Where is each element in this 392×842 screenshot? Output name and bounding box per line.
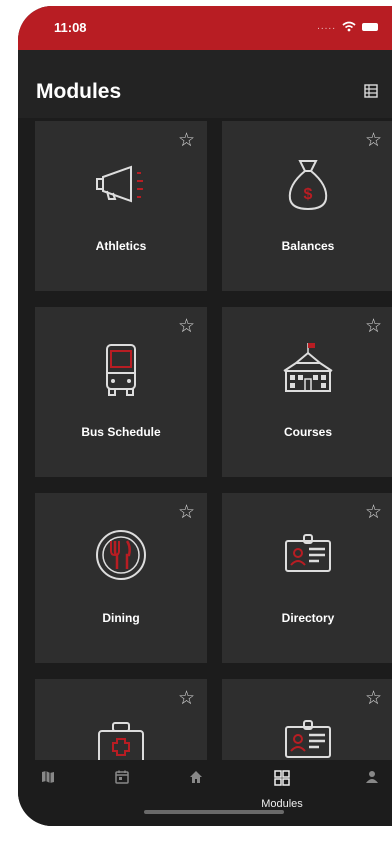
module-label: Balances bbox=[281, 239, 335, 253]
home-icon bbox=[190, 771, 202, 783]
tab-map[interactable] bbox=[18, 760, 78, 820]
list-view-icon[interactable] bbox=[364, 84, 378, 98]
megaphone-icon bbox=[96, 165, 143, 203]
star-icon[interactable]: ☆ bbox=[178, 317, 195, 336]
star-icon[interactable]: ☆ bbox=[178, 131, 195, 150]
module-label: Athletics bbox=[95, 239, 147, 253]
module-tile-athletics[interactable]: ☆ Athletics bbox=[35, 121, 207, 291]
star-icon[interactable]: ☆ bbox=[365, 317, 382, 336]
star-icon[interactable]: ☆ bbox=[365, 131, 382, 150]
tab-bar: Modules bbox=[18, 760, 392, 826]
star-icon[interactable]: ☆ bbox=[178, 503, 195, 522]
module-tile-dining[interactable]: ☆ Dining bbox=[35, 493, 207, 663]
map-icon bbox=[42, 771, 54, 783]
page-title: Modules bbox=[36, 80, 122, 103]
signal-dots: ..... bbox=[317, 21, 336, 32]
person-icon bbox=[366, 771, 378, 783]
id-card-icon bbox=[285, 534, 331, 572]
battery-icon bbox=[362, 22, 378, 31]
wifi-icon bbox=[342, 21, 356, 32]
tab-profile[interactable] bbox=[342, 760, 392, 820]
status-icons: ..... bbox=[317, 21, 378, 32]
calendar-icon bbox=[115, 770, 129, 784]
modules-grid: ☆ Athletics ☆ $ Balances ☆ Bus Schedule … bbox=[18, 118, 392, 768]
module-tile-health[interactable]: ☆ bbox=[35, 679, 207, 768]
tab-label: Modules bbox=[261, 798, 303, 810]
money-bag-icon: $ bbox=[288, 160, 328, 211]
module-tile-balances[interactable]: ☆ $ Balances bbox=[222, 121, 392, 291]
dining-icon bbox=[96, 530, 146, 580]
module-tile-id-card[interactable]: ☆ bbox=[222, 679, 392, 768]
star-icon[interactable]: ☆ bbox=[178, 689, 195, 708]
status-bar: 11:08 ..... bbox=[18, 6, 392, 50]
star-icon[interactable]: ☆ bbox=[365, 689, 382, 708]
bus-icon bbox=[106, 344, 136, 396]
home-indicator bbox=[144, 810, 284, 814]
module-tile-courses[interactable]: ☆ Courses bbox=[222, 307, 392, 477]
grid-icon bbox=[274, 770, 290, 786]
module-tile-bus-schedule[interactable]: ☆ Bus Schedule bbox=[35, 307, 207, 477]
school-building-icon bbox=[283, 343, 333, 392]
status-time: 11:08 bbox=[54, 20, 87, 35]
module-label: Dining bbox=[102, 611, 140, 625]
module-label: Courses bbox=[283, 425, 333, 439]
module-tile-directory[interactable]: ☆ Directory bbox=[222, 493, 392, 663]
phone-screen: 11:08 ..... Modules ☆ Athletics ☆ $ Bala… bbox=[18, 6, 392, 826]
tab-calendar[interactable] bbox=[92, 760, 152, 820]
module-label: Directory bbox=[281, 611, 335, 625]
svg-text:$: $ bbox=[304, 186, 313, 203]
module-label: Bus Schedule bbox=[81, 425, 161, 439]
star-icon[interactable]: ☆ bbox=[365, 503, 382, 522]
